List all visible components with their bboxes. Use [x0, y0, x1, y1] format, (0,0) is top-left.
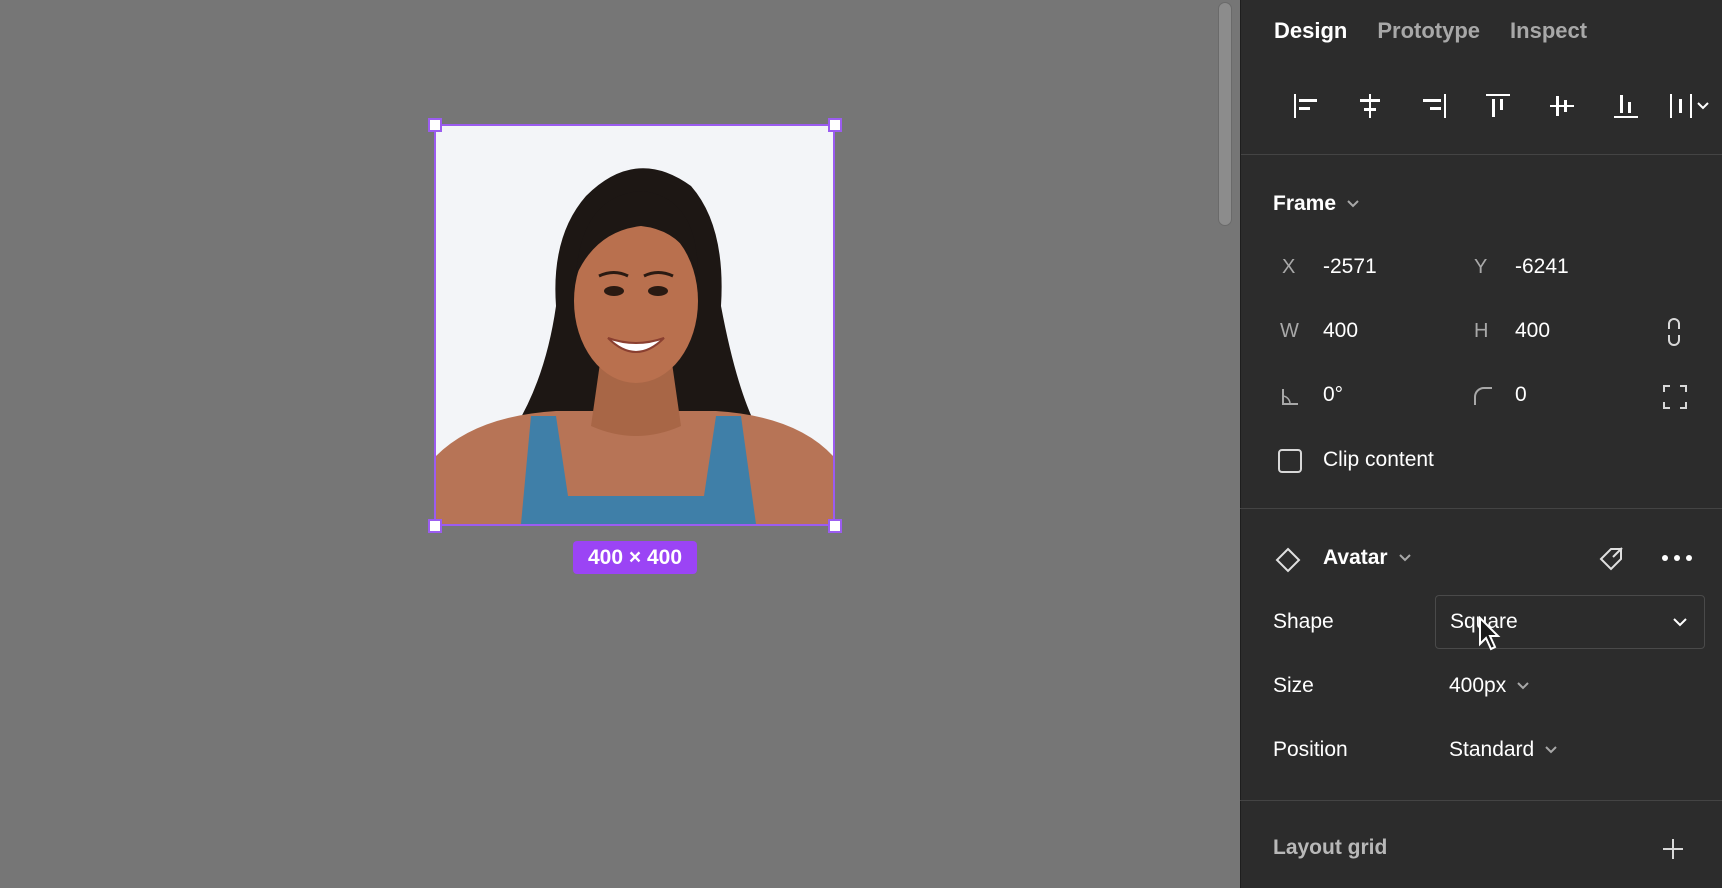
tab-inspect[interactable]: Inspect	[1510, 18, 1587, 44]
component-instance-icon	[1275, 547, 1301, 573]
corner-radius-icon	[1474, 387, 1492, 405]
position-dropdown[interactable]: Standard	[1449, 738, 1558, 762]
rotation-icon	[1282, 389, 1298, 405]
position-value: Standard	[1449, 738, 1535, 761]
shape-select[interactable]: Square	[1435, 595, 1705, 649]
resize-handle-bottom-left[interactable]	[428, 519, 442, 533]
align-bottom-icon	[1614, 95, 1638, 118]
align-vertical-center-button[interactable]	[1530, 88, 1594, 124]
align-horizontal-center-button[interactable]	[1338, 88, 1402, 124]
width-input[interactable]: 400	[1323, 319, 1358, 343]
h-label: H	[1474, 320, 1489, 342]
resize-handle-top-left[interactable]	[428, 118, 442, 132]
align-right-icon	[1423, 94, 1446, 118]
y-input[interactable]: -6241	[1515, 255, 1569, 279]
canvas[interactable]: 400 × 400	[0, 0, 1240, 888]
y-label: Y	[1474, 256, 1488, 278]
component-section-header[interactable]: Avatar	[1323, 546, 1412, 570]
clip-content-checkbox[interactable]	[1278, 449, 1302, 473]
align-bottom-button[interactable]	[1594, 88, 1658, 124]
frame-section-header[interactable]: Frame	[1273, 192, 1360, 216]
distribute-menu-button[interactable]	[1658, 88, 1722, 124]
align-left-button[interactable]	[1274, 88, 1338, 124]
height-input[interactable]: 400	[1515, 319, 1550, 343]
align-top-icon	[1486, 94, 1510, 117]
size-value: 400px	[1449, 674, 1507, 697]
more-options-icon[interactable]	[1660, 552, 1694, 564]
resize-handle-top-right[interactable]	[828, 118, 842, 132]
position-label: Position	[1273, 738, 1348, 761]
tab-prototype[interactable]: Prototype	[1377, 18, 1480, 44]
x-label: X	[1282, 256, 1296, 278]
align-left-icon	[1294, 94, 1317, 118]
align-horizontal-center-icon	[1360, 94, 1380, 118]
align-right-button[interactable]	[1402, 88, 1466, 124]
panel-divider	[1240, 800, 1722, 801]
panel-tabs: Design Prototype Inspect	[1274, 18, 1587, 44]
panel-divider	[1240, 508, 1722, 509]
chevron-down-icon	[1517, 682, 1529, 690]
mouse-cursor-icon	[1479, 616, 1501, 651]
go-to-main-component-icon[interactable]	[1596, 544, 1626, 574]
frame-section-title: Frame	[1273, 192, 1337, 215]
chevron-down-icon	[1398, 554, 1411, 562]
component-name: Avatar	[1323, 546, 1388, 569]
chevron-down-icon	[1347, 200, 1359, 208]
constrain-proportions-icon[interactable]	[1665, 317, 1683, 347]
corner-radius-input[interactable]: 0	[1515, 383, 1527, 407]
align-top-button[interactable]	[1466, 88, 1530, 124]
resize-handle-bottom-right[interactable]	[828, 519, 842, 533]
canvas-scrollbar-thumb[interactable]	[1218, 2, 1232, 226]
portrait-image	[436, 126, 833, 524]
x-input[interactable]: -2571	[1323, 255, 1377, 279]
avatar-frame[interactable]	[434, 124, 835, 526]
independent-corners-icon[interactable]	[1662, 384, 1688, 410]
panel-divider	[1241, 154, 1722, 155]
clip-content-label: Clip content	[1323, 448, 1434, 471]
size-dropdown[interactable]: 400px	[1449, 674, 1530, 698]
alignment-toolbar	[1274, 88, 1722, 124]
chevron-down-icon	[1673, 618, 1687, 627]
chevron-down-icon	[1545, 746, 1557, 754]
shape-label: Shape	[1273, 610, 1334, 633]
layout-grid-title: Layout grid	[1273, 836, 1388, 859]
tab-design[interactable]: Design	[1274, 18, 1347, 44]
distribute-horizontal-icon	[1670, 94, 1709, 118]
size-label: Size	[1273, 674, 1314, 697]
add-layout-grid-icon[interactable]	[1661, 837, 1685, 861]
rotation-input[interactable]: 0°	[1323, 383, 1343, 407]
align-vertical-center-icon	[1550, 96, 1574, 116]
w-label: W	[1280, 320, 1299, 342]
dimension-badge: 400 × 400	[573, 541, 697, 574]
